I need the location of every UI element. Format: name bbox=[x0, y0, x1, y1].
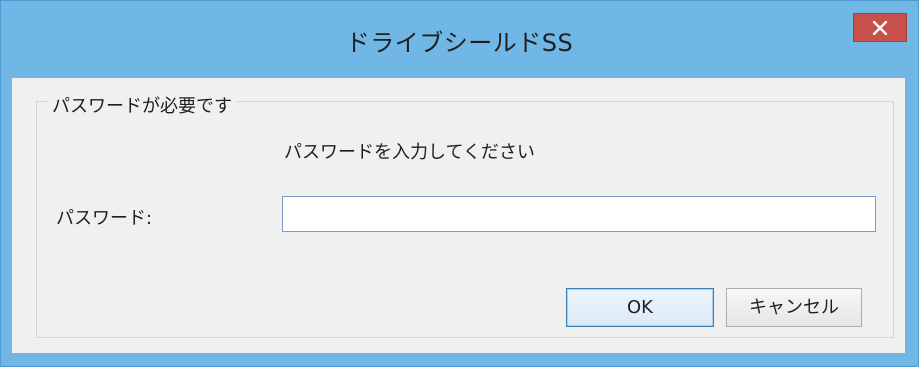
ok-button[interactable]: OK bbox=[566, 288, 714, 327]
close-icon bbox=[873, 21, 887, 35]
password-label: パスワード: bbox=[56, 208, 153, 229]
groupbox-legend: パスワードが必要です bbox=[48, 97, 236, 117]
title-bar[interactable]: ドライブシールドSS bbox=[1, 1, 918, 78]
instruction-text: パスワードを入力してください bbox=[284, 142, 535, 163]
password-input[interactable] bbox=[282, 196, 876, 232]
close-button[interactable] bbox=[853, 13, 907, 42]
cancel-button[interactable]: キャンセル bbox=[726, 288, 862, 327]
window-title: ドライブシールドSS bbox=[345, 29, 574, 57]
